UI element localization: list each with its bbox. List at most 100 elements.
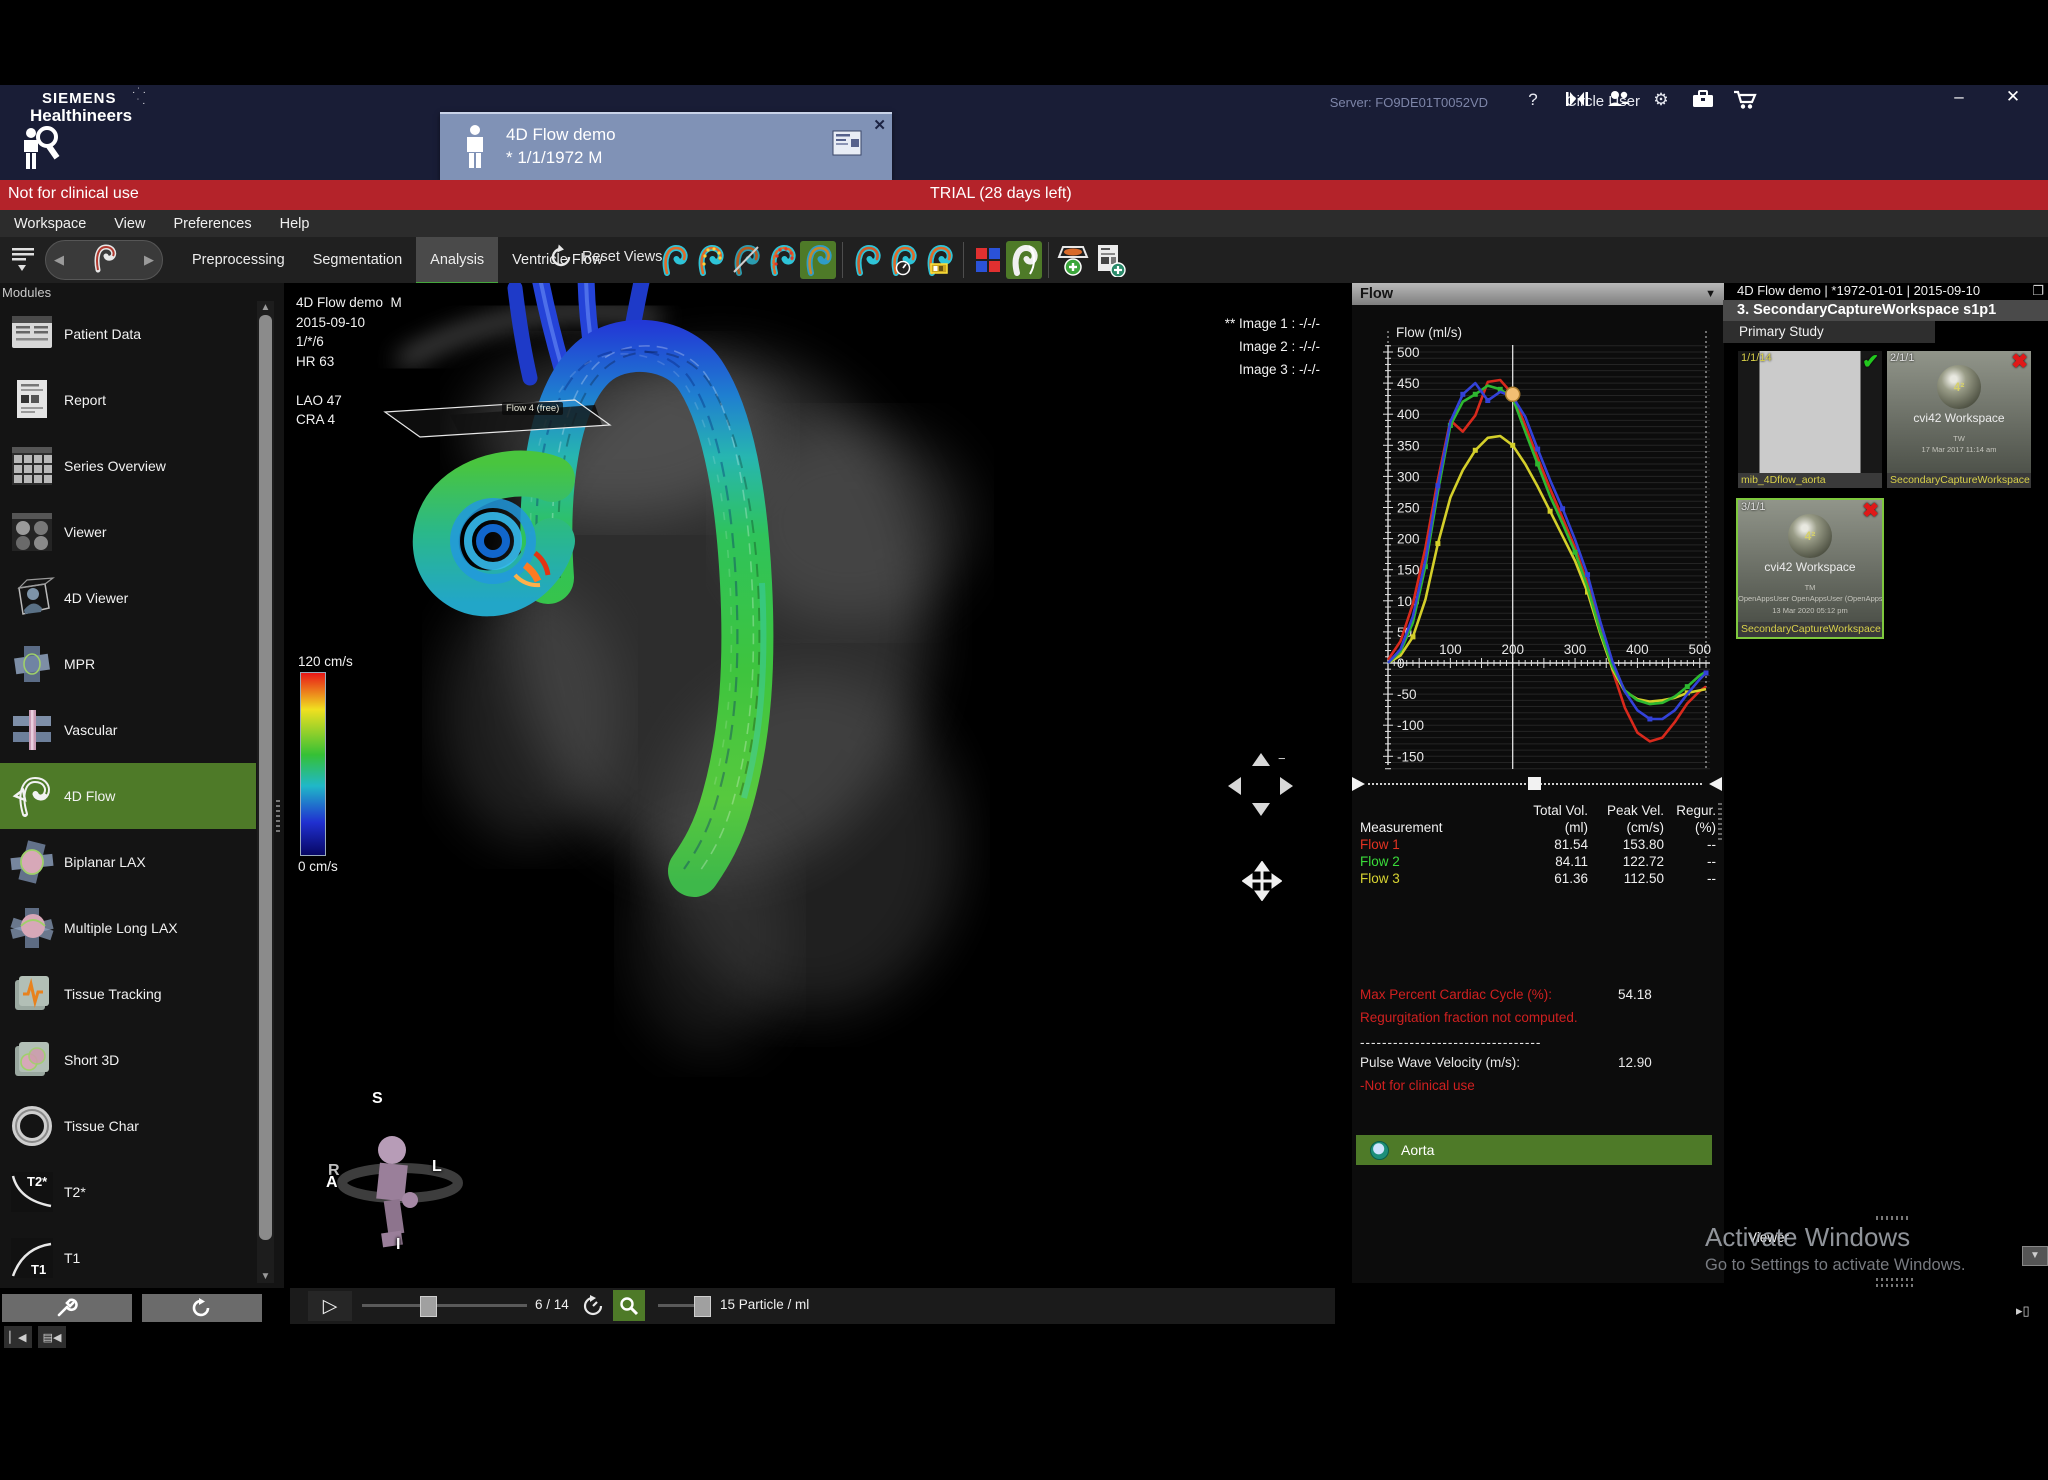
tools-button[interactable] (2, 1294, 132, 1322)
vectors-icon[interactable] (692, 241, 728, 279)
sidebar-item-tissue-char[interactable]: Tissue Char (0, 1093, 256, 1159)
layout-menu-icon[interactable] (10, 245, 36, 280)
play-button[interactable]: ▷ (308, 1291, 352, 1321)
flow-panel-header[interactable]: Flow ▼ (1352, 283, 1724, 305)
cart-icon[interactable] (1730, 90, 1760, 116)
tab-preprocessing[interactable]: Preprocessing (178, 237, 299, 282)
rotate-left-icon[interactable] (1228, 777, 1241, 795)
aorta-series-icon (91, 243, 117, 278)
patient-search-icon[interactable] (18, 125, 62, 178)
sidebar-item-vascular[interactable]: Vascular (0, 697, 256, 763)
menu-view[interactable]: View (100, 216, 159, 232)
cvi42-logo-icon[interactable] (1562, 90, 1592, 116)
streamlines-icon[interactable] (656, 241, 692, 279)
battery-display-icon[interactable] (921, 241, 957, 279)
scroll-down-icon[interactable]: ▼ (257, 1270, 274, 1283)
particle-slider-thumb[interactable] (694, 1296, 711, 1317)
patient-name: 4D Flow demo (506, 124, 616, 147)
sidebar-splitter-grip[interactable] (276, 800, 280, 834)
rotate-up-icon[interactable] (1252, 753, 1270, 766)
vascular-icon (0, 708, 64, 752)
sidebar-item-4d-flow[interactable]: 4D Flow (0, 763, 256, 829)
range-start-handle[interactable] (1352, 777, 1365, 791)
series-thumbnail-3[interactable]: 4²cvi42 WorkspaceTMOpenAppsUser OpenApps… (1738, 500, 1882, 637)
pan-tool-icon[interactable] (1242, 861, 1282, 906)
sidebar-item-mpr[interactable]: MPR (0, 631, 256, 697)
sidebar-item-t1[interactable]: T1T1 (0, 1225, 256, 1291)
sidebar-item-t2-[interactable]: T2*T2* (0, 1159, 256, 1225)
roi-label: Aorta (1401, 1142, 1434, 1158)
tab-segmentation[interactable]: Segmentation (299, 237, 416, 282)
particle-zoom-button[interactable] (613, 1290, 645, 1321)
panel-splitter-grip[interactable] (1718, 803, 1722, 843)
patient-banner[interactable]: 4D Flow demo * 1/1/1972 M ✕ (440, 112, 892, 180)
sidebar-item-series-overview[interactable]: Series Overview (0, 433, 256, 499)
frame-slider-track[interactable] (362, 1304, 527, 1307)
sidebar-item-multiple-long-lax[interactable]: Multiple Long LAX (0, 895, 256, 961)
frame-slider-thumb[interactable] (420, 1296, 437, 1317)
chevron-down-icon[interactable]: ▼ (1705, 288, 1716, 300)
svg-text:T2*: T2* (27, 1174, 48, 1189)
pathlines-icon[interactable] (800, 241, 836, 279)
3d-viewport[interactable]: 4D Flow demo M2015-09-101/*/6HR 63 LAO 4… (290, 283, 1330, 1283)
report-preview-icon[interactable] (832, 130, 862, 161)
sidebar-item-short-3d[interactable]: Short 3D (0, 1027, 256, 1093)
series-thumbnail-1[interactable]: 1/1/14✔mib_4Dflow_aorta (1738, 351, 1882, 488)
modules-title: Modules (2, 285, 51, 300)
sidebar-item-biplanar-lax[interactable]: Biplanar LAX (0, 829, 256, 895)
banner-close-icon[interactable]: ✕ (873, 116, 886, 134)
no-plane-icon[interactable] (728, 241, 764, 279)
scroll-up-icon[interactable]: ▲ (257, 301, 274, 314)
info-line: 2015-09-10 (296, 313, 402, 333)
cine-speed-icon[interactable] (578, 1292, 608, 1320)
patient-info: 4D Flow demo * 1/1/1972 M (506, 124, 616, 170)
add-report-icon[interactable] (1091, 241, 1127, 279)
series-thumbnail-2[interactable]: 4²cvi42 WorkspaceTW17 Mar 2017 11:14 am2… (1887, 351, 2031, 488)
scrollbar-thumb[interactable] (259, 315, 272, 1240)
sidebar-item-patient-data[interactable]: Patient Data (0, 301, 256, 367)
chart-cursor-point[interactable] (1506, 387, 1520, 401)
flow-chart[interactable]: -150-100-5005010015020025030035040045050… (1354, 307, 1722, 773)
users-icon[interactable] (1604, 90, 1634, 116)
collapse-list-icon[interactable]: ▤◀ (38, 1326, 66, 1348)
collapse-left-panel-icon[interactable]: ▏◀ (4, 1326, 32, 1348)
sidebar-item-viewer[interactable]: Viewer (0, 499, 256, 565)
next-series-icon[interactable]: ▶ (144, 252, 154, 268)
range-thumb[interactable] (1528, 777, 1541, 790)
dock-dropdown-icon[interactable]: ▼ (2022, 1246, 2048, 1266)
sidebar-item-tissue-tracking[interactable]: Tissue Tracking (0, 961, 256, 1027)
add-plane-icon[interactable] (1055, 241, 1091, 279)
roi-aorta-bar[interactable]: Aorta (1356, 1135, 1712, 1165)
menu-workspace[interactable]: Workspace (0, 216, 100, 232)
settings-gear-icon[interactable]: ⚙ (1646, 90, 1676, 116)
sidebar-item-4d-viewer[interactable]: 4D Viewer (0, 565, 256, 631)
particle-slider-track[interactable] (658, 1304, 710, 1307)
menu-help[interactable]: Help (266, 216, 324, 232)
close-button[interactable]: ✕ (1996, 87, 2030, 115)
menu-preferences[interactable]: Preferences (159, 216, 265, 232)
modules-scrollbar[interactable]: ▲ ▼ (257, 301, 274, 1283)
overlay-vessel-icon[interactable] (1006, 241, 1042, 279)
rotate-down-icon[interactable] (1252, 803, 1270, 816)
briefcase-icon[interactable] (1688, 90, 1718, 116)
range-end-handle[interactable] (1709, 777, 1722, 791)
prev-series-icon[interactable]: ◀ (54, 252, 64, 268)
reset-module-button[interactable] (142, 1294, 262, 1322)
sidebar-item-report[interactable]: Report (0, 367, 256, 433)
dock-grip-bottom[interactable] (1876, 1278, 1916, 1287)
undock-panel-icon[interactable]: ❐ (2032, 283, 2044, 299)
rotate-right-icon[interactable] (1280, 777, 1293, 795)
speed-display-icon[interactable] (885, 241, 921, 279)
expand-right-panel-icon[interactable]: ▸▯ (2016, 1303, 2030, 1319)
study-subheader: 3. SecondaryCaptureWorkspace s1p1 (1723, 300, 2048, 321)
minimize-button[interactable]: – (1942, 87, 1976, 115)
particles-icon[interactable] (764, 241, 800, 279)
dock-grip-top[interactable] (1876, 1216, 1910, 1220)
layout-grid-icon[interactable] (970, 241, 1006, 279)
plain-vessel-icon[interactable] (849, 241, 885, 279)
zoom-minus-icon[interactable]: − (1278, 751, 1286, 766)
help-icon[interactable]: ? (1518, 90, 1548, 116)
tab-analysis[interactable]: Analysis (416, 237, 498, 285)
tab-primary-study[interactable]: Primary Study (1723, 321, 1935, 343)
reset-views-button[interactable]: Reset Views (548, 244, 662, 270)
